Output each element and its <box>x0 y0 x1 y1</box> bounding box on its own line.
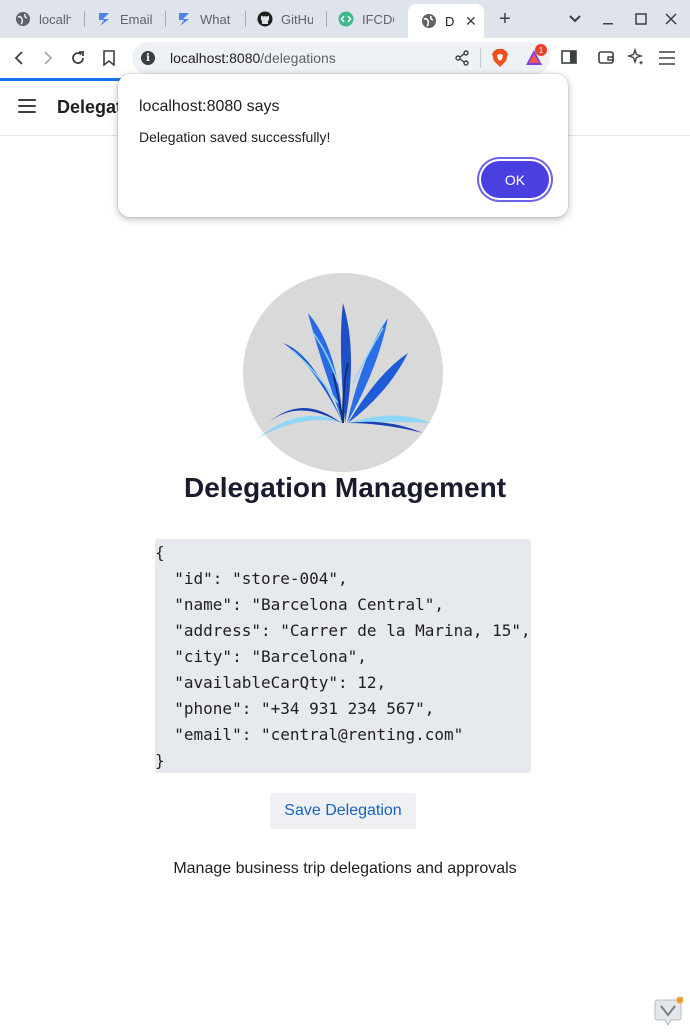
tab-what[interactable]: What <box>176 6 236 32</box>
tab-label: IFCDO <box>362 11 394 27</box>
json-line: "city": "Barcelona", <box>155 647 367 666</box>
json-line: "phone": "+34 931 234 567", <box>155 699 435 718</box>
ok-button[interactable]: OK <box>481 161 549 198</box>
main-menu-icon[interactable] <box>658 50 676 71</box>
new-tab-icon[interactable]: + <box>494 8 516 30</box>
tab-github[interactable]: GitHu <box>257 6 317 32</box>
tab-localhost[interactable]: localh <box>15 6 75 32</box>
tab-label: Email <box>120 11 153 27</box>
json-line: "name": "Barcelona Central", <box>155 595 444 614</box>
url-path: /delegations <box>260 50 336 66</box>
tab-divider <box>326 11 327 27</box>
tab-divider <box>84 11 85 27</box>
dialog-message: Delegation saved successfully! <box>139 129 331 145</box>
json-line: } <box>155 751 165 770</box>
json-line: "id": "store-004", <box>155 569 348 588</box>
json-line: "address": "Carrer de la Marina, 15", <box>155 621 531 640</box>
zap-icon <box>176 11 192 27</box>
json-line: "availableCarQty": 12, <box>155 673 387 692</box>
url-text[interactable]: localhost:8080/delegations <box>170 50 336 66</box>
leo-ai-icon[interactable] <box>626 47 645 71</box>
zap-icon <box>96 11 112 27</box>
browser-tab-strip: localh Email What GitHu IFCDO D ✕ + <box>0 0 690 38</box>
globe-icon <box>421 13 437 29</box>
close-tab-icon[interactable]: ✕ <box>465 13 477 30</box>
reload-icon[interactable] <box>67 47 89 69</box>
maximize-icon[interactable] <box>630 8 652 30</box>
omnibox-divider <box>480 48 481 68</box>
url-host: localhost:8080 <box>170 50 261 66</box>
app-logo <box>243 273 443 472</box>
tab-label: localh <box>39 11 71 27</box>
json-line: "email": "central@renting.com" <box>155 725 464 744</box>
tab-label: What <box>200 11 231 27</box>
page-subtitle: Manage business trip delegations and app… <box>173 860 517 877</box>
tab-label: GitHu <box>281 11 313 27</box>
rewards-badge: 1 <box>535 44 547 56</box>
minimize-icon[interactable] <box>597 8 619 30</box>
tab-ifcdo[interactable]: IFCDO <box>338 6 398 32</box>
json-line: { <box>155 543 165 562</box>
sidebar-toggle-icon[interactable] <box>560 48 578 71</box>
globe-icon <box>15 11 31 27</box>
assistant-widget-icon[interactable] <box>653 996 684 1027</box>
tab-divider <box>245 11 246 27</box>
tab-label: D <box>445 13 455 29</box>
tab-delegations-active[interactable]: D ✕ <box>408 4 484 38</box>
site-info-icon[interactable]: i <box>141 51 155 65</box>
delegation-json-preview: { "id": "store-004", "name": "Barcelona … <box>155 539 531 773</box>
tab-search-icon[interactable] <box>564 8 586 30</box>
page-title: Delegation Management <box>183 472 507 503</box>
alert-dialog: localhost:8080 says Delegation saved suc… <box>118 74 568 217</box>
hamburger-menu-icon[interactable] <box>18 99 36 113</box>
forward-icon[interactable] <box>37 47 59 69</box>
github-icon <box>257 11 273 27</box>
dialog-title: localhost:8080 says <box>139 98 280 115</box>
browser-toolbar: i localhost:8080/delegations 1 <box>0 38 690 78</box>
back-icon[interactable] <box>8 47 30 69</box>
tab-divider <box>165 11 166 27</box>
save-delegation-button[interactable]: Save Delegation <box>270 793 416 829</box>
brave-shields-icon[interactable] <box>490 48 510 73</box>
brave-rewards-icon[interactable]: 1 <box>524 44 547 73</box>
close-window-icon[interactable] <box>660 8 682 30</box>
tab-email[interactable]: Email <box>96 6 156 32</box>
bookmark-icon[interactable] <box>98 47 120 69</box>
wallet-icon[interactable] <box>597 48 615 71</box>
address-bar[interactable]: i localhost:8080/delegations <box>132 42 550 74</box>
code-icon <box>338 11 354 27</box>
leaf-plant-icon <box>258 303 431 438</box>
share-icon[interactable] <box>454 50 470 71</box>
